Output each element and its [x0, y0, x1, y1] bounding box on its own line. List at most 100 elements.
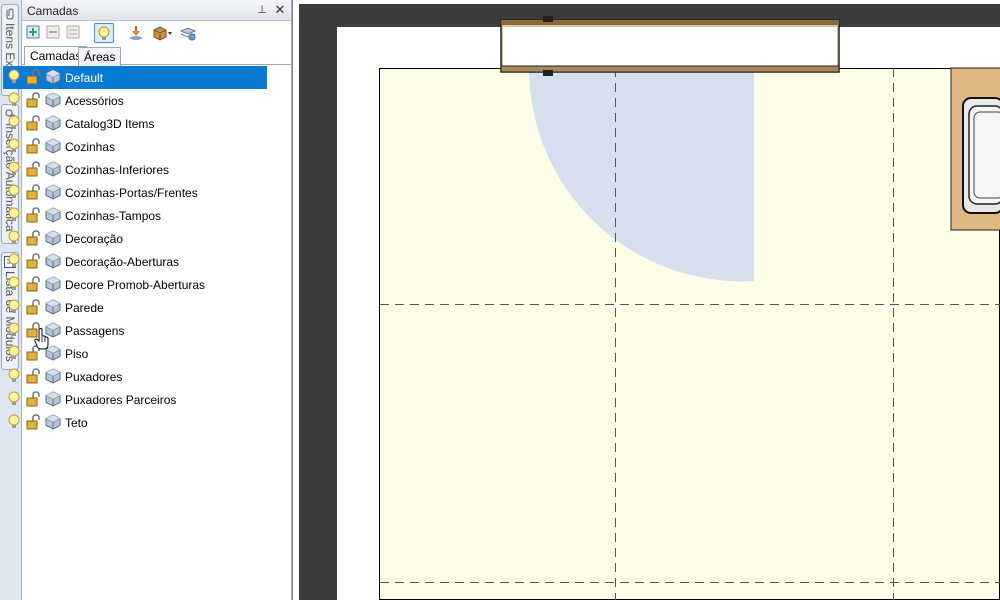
- lightbulb-icon[interactable]: [7, 299, 21, 315]
- padlock-open-icon[interactable]: [25, 299, 41, 315]
- lightbulb-icon[interactable]: [7, 253, 21, 269]
- layer-label: Cozinhas-Portas/Frentes: [65, 186, 198, 200]
- layer-row[interactable]: Cozinhas-Inferiores: [3, 158, 267, 181]
- layer-row[interactable]: Decoração: [3, 227, 267, 250]
- lightbulb-icon[interactable]: [7, 276, 21, 292]
- cube-icon: [45, 69, 61, 85]
- add-layer-icon: [26, 25, 40, 39]
- padlock-open-icon[interactable]: [25, 368, 41, 384]
- add-layer-button[interactable]: [24, 23, 44, 43]
- lightbulb-icon[interactable]: [7, 345, 21, 361]
- panel-title: Camadas: [27, 4, 79, 18]
- layer-label: Cozinhas-Tampos: [65, 209, 162, 223]
- pin-button[interactable]: ⊥: [255, 3, 269, 17]
- door-opening: [503, 27, 837, 67]
- layer-label: Piso: [65, 347, 89, 361]
- layer-label: Cozinhas-Inferiores: [65, 163, 170, 177]
- layer-row[interactable]: Cozinhas: [3, 135, 267, 158]
- padlock-open-icon[interactable]: [25, 391, 41, 407]
- lightbulb-icon[interactable]: [7, 115, 21, 131]
- remove-layer-button[interactable]: [44, 23, 64, 43]
- door-hinge-top: [543, 16, 553, 22]
- layer-label: Decoração: [65, 232, 124, 246]
- door-hinge-bottom: [543, 70, 553, 76]
- drop-button[interactable]: [126, 23, 146, 43]
- lightbulb-icon[interactable]: [7, 138, 21, 154]
- box-dropdown-button[interactable]: [150, 23, 176, 43]
- layer-row[interactable]: Default: [3, 66, 267, 89]
- layer-label: Teto: [65, 416, 88, 430]
- box-dropdown-icon: [153, 26, 172, 41]
- close-button[interactable]: ✕: [273, 2, 287, 17]
- layer-label: Decoração-Aberturas: [65, 255, 180, 269]
- tab-areas[interactable]: Áreas: [78, 47, 122, 66]
- padlock-open-icon[interactable]: [25, 230, 41, 246]
- layers-settings-button[interactable]: [178, 23, 198, 43]
- panel-tabs: Camadas Áreas: [22, 45, 291, 66]
- hand-cursor-icon: [34, 328, 49, 350]
- layer-row[interactable]: Decore Promob-Aberturas: [3, 273, 267, 296]
- layer-row[interactable]: Puxadores Parceiros: [3, 388, 267, 411]
- padlock-open-icon[interactable]: [25, 276, 41, 292]
- layer-row[interactable]: Catalog3D Items: [3, 112, 267, 135]
- padlock-open-icon[interactable]: [25, 69, 41, 85]
- layer-label: Puxadores Parceiros: [65, 393, 177, 407]
- layer-list: Default Acessórios Catalog3D Items Cozinhas…: [3, 66, 267, 434]
- layer-row[interactable]: Cozinhas-Portas/Frentes: [3, 181, 267, 204]
- cube-icon: [45, 92, 61, 108]
- padlock-open-icon[interactable]: [25, 115, 41, 131]
- remove-layer-icon: [46, 25, 60, 39]
- lightbulb-icon[interactable]: [7, 207, 21, 223]
- layer-label: Puxadores: [65, 370, 123, 384]
- properties-button[interactable]: [64, 23, 84, 43]
- lightbulb-icon[interactable]: [7, 161, 21, 177]
- lightbulb-toggle-button[interactable]: [94, 23, 114, 43]
- lightbulb-icon[interactable]: [7, 230, 21, 246]
- drop-down-arrow-icon: [130, 26, 142, 40]
- cube-icon: [45, 161, 61, 177]
- lightbulb-icon: [98, 26, 110, 40]
- cube-icon: [45, 299, 61, 315]
- layer-label: Cozinhas: [65, 140, 116, 154]
- cube-icon: [45, 230, 61, 246]
- layer-label: Passagens: [65, 324, 125, 338]
- panel-title-bar: Camadas ⊥ ✕: [22, 0, 291, 21]
- lightbulb-icon[interactable]: [7, 322, 21, 338]
- padlock-open-icon[interactable]: [25, 184, 41, 200]
- padlock-open-icon[interactable]: [25, 138, 41, 154]
- lightbulb-icon[interactable]: [7, 391, 21, 407]
- cube-icon: [45, 207, 61, 223]
- cube-icon: [45, 184, 61, 200]
- layer-label: Acessórios: [65, 94, 124, 108]
- layer-label: Default: [65, 71, 104, 85]
- cube-icon: [45, 368, 61, 384]
- padlock-open-icon[interactable]: [25, 161, 41, 177]
- layer-row[interactable]: Acessórios: [3, 89, 267, 112]
- padlock-open-icon[interactable]: [25, 92, 41, 108]
- lightbulb-icon[interactable]: [7, 368, 21, 384]
- lightbulb-icon[interactable]: [7, 92, 21, 108]
- layer-row[interactable]: Teto: [3, 411, 267, 434]
- padlock-open-icon[interactable]: [25, 207, 41, 223]
- padlock-open-icon[interactable]: [25, 414, 41, 430]
- cube-icon: [45, 253, 61, 269]
- layer-row[interactable]: Parede: [3, 296, 267, 319]
- layer-row[interactable]: Cozinhas-Tampos: [3, 204, 267, 227]
- cube-icon: [45, 414, 61, 430]
- cube-icon: [45, 138, 61, 154]
- padlock-open-icon[interactable]: [25, 253, 41, 269]
- lightbulb-icon[interactable]: [7, 69, 21, 85]
- layers-toolbar: [22, 21, 291, 45]
- lightbulb-icon[interactable]: [7, 414, 21, 430]
- floor-plan: [337, 16, 1000, 600]
- layer-row[interactable]: Puxadores: [3, 365, 267, 388]
- layer-row[interactable]: Decoração-Aberturas: [3, 250, 267, 273]
- layer-label: Catalog3D Items: [65, 117, 155, 131]
- layer-label: Decore Promob-Aberturas: [65, 278, 206, 292]
- cube-icon: [45, 276, 61, 292]
- layer-label: Parede: [65, 301, 104, 315]
- cube-icon: [45, 115, 61, 131]
- drawing-canvas[interactable]: [292, 0, 1000, 600]
- paperclip-icon: [6, 8, 14, 20]
- lightbulb-icon[interactable]: [7, 184, 21, 200]
